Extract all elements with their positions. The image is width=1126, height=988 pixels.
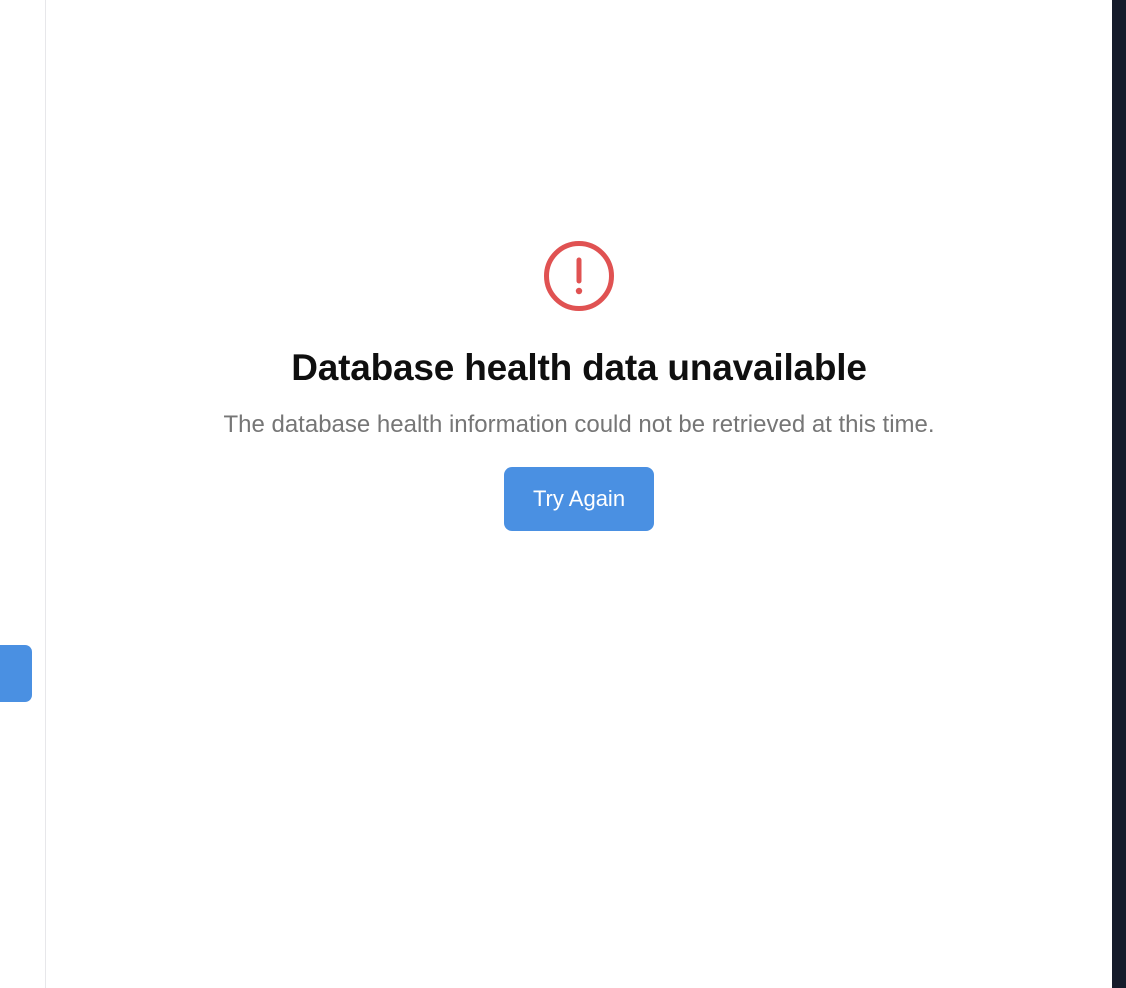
error-title: Database health data unavailable bbox=[291, 347, 867, 388]
error-message: The database health information could no… bbox=[223, 411, 935, 438]
left-rail bbox=[0, 0, 46, 988]
alert-circle-icon bbox=[544, 241, 614, 311]
try-again-button[interactable]: Try Again bbox=[504, 467, 654, 531]
sidebar-toggle-tab[interactable] bbox=[0, 645, 32, 702]
right-window-edge bbox=[1112, 0, 1126, 988]
error-state: Database health data unavailable The dat… bbox=[46, 240, 1112, 531]
main-panel: Database health data unavailable The dat… bbox=[46, 0, 1112, 988]
